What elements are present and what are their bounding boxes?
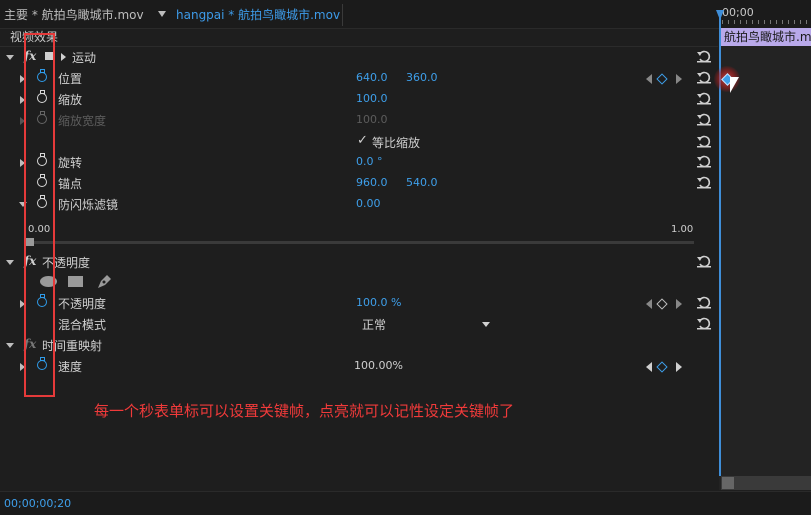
effect-name: 运动 bbox=[72, 51, 97, 65]
add-keyframe-icon[interactable] bbox=[656, 361, 668, 373]
param-label: 锚点 bbox=[58, 177, 83, 191]
param-row-position[interactable]: 位置 640.0 360.0 bbox=[0, 68, 718, 89]
reset-icon[interactable] bbox=[697, 176, 711, 189]
reset-icon[interactable] bbox=[697, 71, 711, 84]
param-row-speed[interactable]: 速度 100.00% bbox=[0, 356, 718, 377]
antiflicker-slider-track[interactable] bbox=[28, 241, 694, 244]
uniform-scale-checkbox[interactable]: ✓ bbox=[357, 133, 368, 148]
next-keyframe-icon[interactable] bbox=[676, 74, 682, 84]
reset-icon[interactable] bbox=[697, 255, 711, 268]
param-label: 缩放宽度 bbox=[58, 114, 107, 128]
timeline-panel[interactable] bbox=[719, 28, 811, 490]
collapse-icon[interactable] bbox=[6, 260, 14, 265]
mask-tools-row bbox=[0, 272, 718, 293]
tab-source[interactable]: 主要 * 航拍鸟瞰城市.mov bbox=[4, 0, 144, 28]
effect-motion-header[interactable]: fx 运动 bbox=[0, 47, 718, 68]
effect-opacity-header[interactable]: fx 不透明度 bbox=[0, 252, 718, 273]
param-row-opacity[interactable]: 不透明度 100.0 % bbox=[0, 293, 718, 314]
prev-keyframe-icon[interactable] bbox=[646, 362, 652, 372]
param-label: 位置 bbox=[58, 72, 83, 86]
current-timecode[interactable]: 00;00;00;20 bbox=[4, 497, 71, 510]
param-row-anchor[interactable]: 锚点 960.0 540.0 bbox=[0, 173, 718, 194]
timeline-ticks bbox=[722, 20, 811, 24]
prev-keyframe-icon[interactable] bbox=[646, 74, 652, 84]
collapse-icon[interactable] bbox=[6, 343, 14, 348]
prev-keyframe-icon[interactable] bbox=[646, 299, 652, 309]
anchor-x-value[interactable]: 960.0 bbox=[356, 176, 388, 189]
rotation-value[interactable]: 0.0 ° bbox=[356, 155, 383, 168]
param-row-blend-mode[interactable]: 混合模式 正常 bbox=[0, 314, 718, 335]
timeline-scroll-handle[interactable] bbox=[722, 477, 734, 489]
reset-icon[interactable] bbox=[697, 135, 711, 148]
blend-mode-dropdown[interactable]: 正常 bbox=[356, 315, 492, 333]
uniform-scale-label: 等比缩放 bbox=[372, 136, 421, 150]
slider-max-label: 1.00 bbox=[671, 224, 694, 235]
param-label: 防闪烁滤镜 bbox=[58, 198, 119, 212]
param-label: 速度 bbox=[58, 360, 83, 374]
position-x-value[interactable]: 640.0 bbox=[356, 71, 388, 84]
reset-icon[interactable] bbox=[697, 50, 711, 63]
timeline-clip[interactable]: 航拍鸟瞰城市.mov bbox=[721, 28, 811, 46]
pen-icon[interactable] bbox=[96, 274, 112, 290]
add-keyframe-icon[interactable] bbox=[656, 298, 668, 310]
reset-icon[interactable] bbox=[697, 92, 711, 105]
antiflicker-value[interactable]: 0.00 bbox=[356, 197, 381, 210]
add-keyframe-icon[interactable] bbox=[656, 73, 668, 85]
reset-icon[interactable] bbox=[697, 113, 711, 126]
param-label: 缩放 bbox=[58, 93, 83, 107]
scale-width-value: 100.0 bbox=[356, 113, 388, 126]
param-row-uniform-scale[interactable]: ✓ 等比缩放 bbox=[0, 132, 718, 153]
status-bar bbox=[0, 491, 811, 515]
reset-icon[interactable] bbox=[697, 317, 711, 330]
param-row-antiflicker[interactable]: 防闪烁滤镜 0.00 bbox=[0, 194, 718, 215]
scale-value[interactable]: 100.0 bbox=[356, 92, 388, 105]
mouse-cursor-icon bbox=[730, 77, 739, 93]
next-keyframe-icon[interactable] bbox=[676, 299, 682, 309]
expand-icon[interactable] bbox=[61, 53, 66, 61]
param-row-scale-width: 缩放宽度 100.0 bbox=[0, 110, 718, 131]
next-keyframe-icon[interactable] bbox=[676, 362, 682, 372]
speed-value[interactable]: 100.00% bbox=[354, 359, 403, 372]
position-y-value[interactable]: 360.0 bbox=[406, 71, 438, 84]
tab-dropdown-icon[interactable] bbox=[158, 11, 166, 17]
annotation-text: 每一个秒表单标可以设置关键帧，点亮就可以记性设定关键帧了 bbox=[94, 402, 515, 420]
tab-divider bbox=[342, 4, 343, 26]
tab-sequence[interactable]: hangpai * 航拍鸟瞰城市.mov bbox=[176, 0, 340, 28]
playhead-handle[interactable] bbox=[716, 10, 724, 20]
reset-icon[interactable] bbox=[697, 296, 711, 309]
param-label: 混合模式 bbox=[58, 318, 107, 332]
reset-icon[interactable] bbox=[697, 155, 711, 168]
param-row-scale[interactable]: 缩放 100.0 bbox=[0, 89, 718, 110]
anchor-y-value[interactable]: 540.0 bbox=[406, 176, 438, 189]
opacity-value[interactable]: 100.0 % bbox=[356, 296, 401, 309]
param-label: 不透明度 bbox=[58, 297, 107, 311]
collapse-icon[interactable] bbox=[6, 55, 14, 60]
param-label: 旋转 bbox=[58, 156, 83, 170]
annotation-highlight-box bbox=[24, 33, 55, 397]
rectangle-mask-icon[interactable] bbox=[68, 276, 83, 287]
effect-time-remap-header[interactable]: fx 时间重映射 bbox=[0, 335, 718, 356]
chevron-down-icon[interactable] bbox=[482, 322, 490, 327]
timeline-scrollbar[interactable] bbox=[721, 476, 811, 490]
timeline-timecode: 00;00 bbox=[722, 6, 754, 19]
param-row-rotation[interactable]: 旋转 0.0 ° bbox=[0, 152, 718, 173]
blend-mode-value: 正常 bbox=[362, 318, 387, 332]
